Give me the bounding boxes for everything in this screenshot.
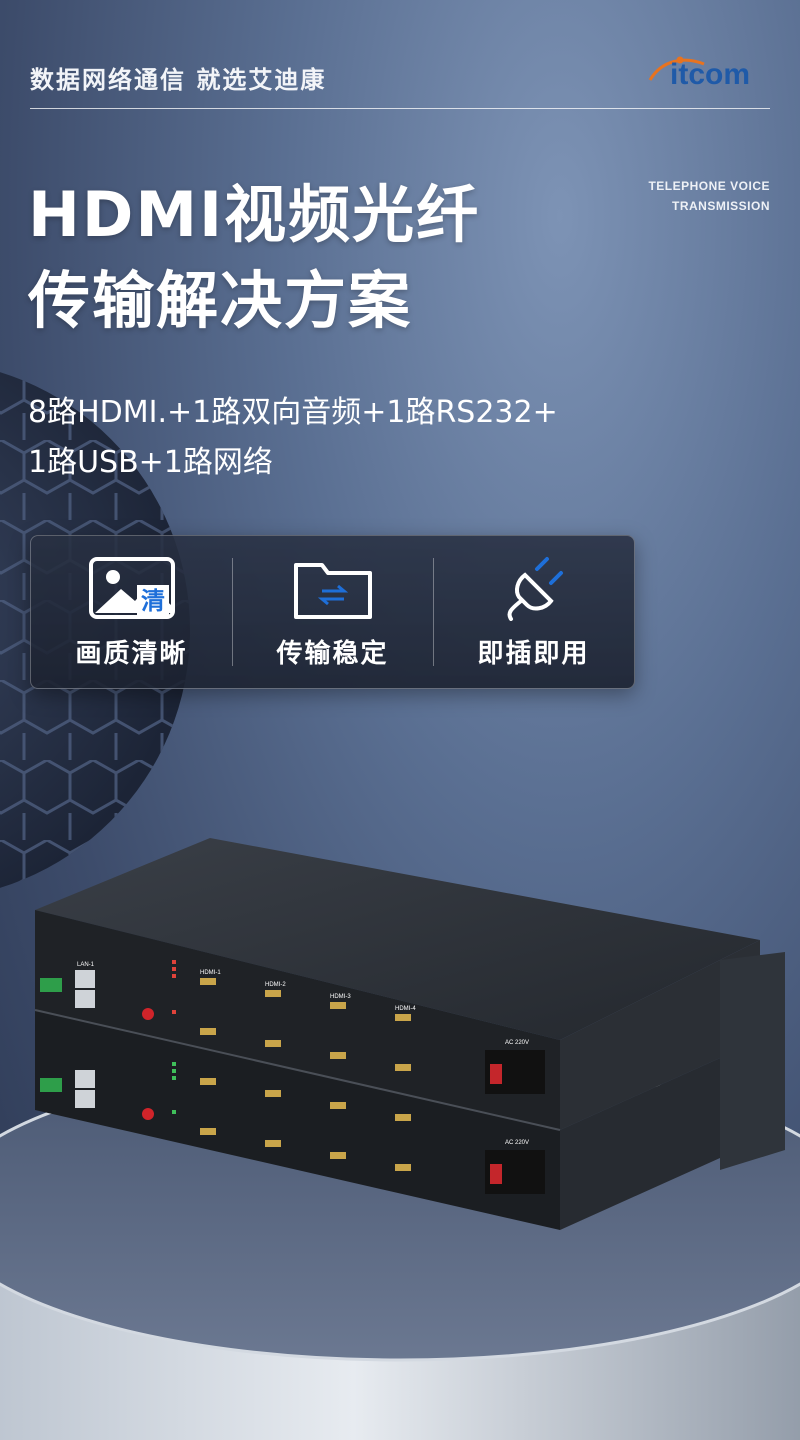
tagline: 数据网络通信 就选艾迪康 <box>30 66 327 94</box>
title-line-2: 传输解决方案 <box>28 264 413 337</box>
label-lan-1: LAN-1 <box>77 962 95 968</box>
spec-text: 8路HDMI.+1路双向音频+1路RS232+ 1路USB+1路网络 <box>28 388 558 488</box>
itcom-logo: itcom <box>648 56 750 91</box>
label-hdmi-4: HDMI-4 <box>395 1006 416 1012</box>
clear-char: 清 <box>141 587 165 615</box>
page-title: HDMI视频光纤 传输解决方案 <box>28 172 480 344</box>
label-power-upper: AC 220V <box>505 1040 529 1046</box>
plug-icon <box>506 556 563 621</box>
spec-line-1: 8路HDMI.+1路双向音频+1路RS232+ <box>28 395 558 430</box>
label-power-lower: AC 220V <box>505 1140 529 1146</box>
label-hdmi-2: HDMI-2 <box>265 982 286 988</box>
product-scene: LAN-1 HDMI-1 HDMI-2 HDMI-3 HDMI-4 AC 220… <box>0 838 800 1440</box>
terminal-block-upper <box>40 978 62 992</box>
product-page: 数据网络通信 就选艾迪康 itcom HDMI视频光纤 传输解决方案 TELEP… <box>0 0 800 1440</box>
feature-stable-transmission: 传输稳定 <box>232 536 433 688</box>
terminal-block-lower <box>40 1078 62 1092</box>
english-caption-line-1: TELEPHONE VOICE <box>648 179 770 193</box>
feature-clear-image: 清 画质清晰 <box>31 536 232 688</box>
header-bar: 数据网络通信 就选艾迪康 itcom <box>30 56 770 109</box>
spec-line-2: 1路USB+1路网络 <box>28 445 273 480</box>
feature-label: 传输稳定 <box>276 638 389 669</box>
feature-plug-and-play: 即插即用 <box>433 536 634 688</box>
logo-text: itcom <box>670 58 750 91</box>
feature-label: 即插即用 <box>477 638 590 669</box>
title-line-1: HDMI视频光纤 <box>28 178 481 251</box>
english-caption-line-2: TRANSMISSION <box>671 199 770 213</box>
english-caption: TELEPHONE VOICE TRANSMISSION <box>648 176 770 216</box>
feature-label: 画质清晰 <box>75 638 188 669</box>
feature-panel: 清 画质清晰 传输稳定 即插即用 <box>30 535 635 689</box>
folder-transfer-icon <box>293 562 372 619</box>
image-icon: 清 <box>88 556 175 619</box>
label-hdmi-3: HDMI-3 <box>330 994 351 1000</box>
label-hdmi-1: HDMI-1 <box>200 970 221 976</box>
